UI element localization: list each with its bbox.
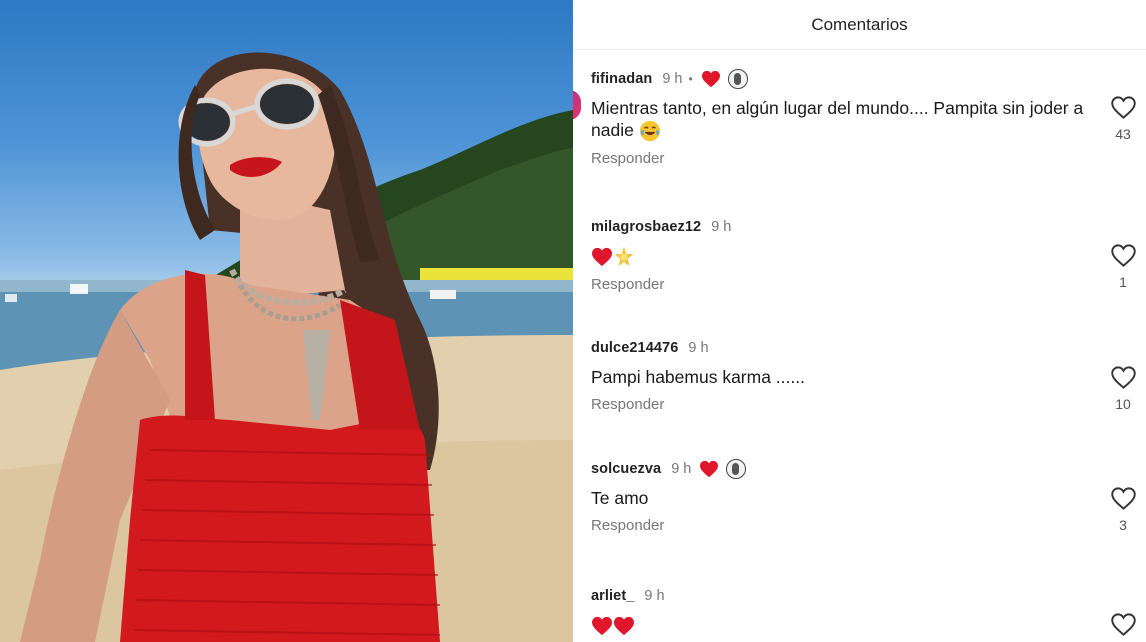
red-heart-icon [592, 248, 612, 267]
avatar[interactable] [573, 90, 581, 120]
comment-time: 9 h [671, 461, 692, 477]
reply-button[interactable]: Responder [591, 276, 1146, 293]
comment-username[interactable]: solcuezva [591, 461, 661, 477]
like-count: 43 [1115, 126, 1131, 142]
comment-text: Pampi habemus karma ...... [591, 367, 805, 387]
photo-illustration [0, 52, 573, 642]
comment-time: 9 h [688, 340, 709, 356]
like-control: 10 [1108, 365, 1138, 412]
glowing-star-icon [614, 247, 634, 267]
comment-text: Mientras tanto, en algún lugar del mundo… [591, 97, 1101, 142]
reply-button[interactable]: Responder [591, 396, 1146, 413]
reply-button[interactable]: Responder [591, 517, 1146, 534]
post-photo [0, 0, 573, 642]
like-control: 1 [1108, 243, 1138, 290]
heart-outline-icon[interactable] [1110, 365, 1137, 390]
comment-text [591, 614, 1101, 636]
comments-panel: Comentarios fifinadan 9 h • Mientras tan… [573, 0, 1146, 642]
comment-username[interactable]: fifinadan [591, 71, 652, 87]
comment-text-content: Mientras tanto, en algún lugar del mundo… [591, 98, 1084, 140]
list-item: fifinadan 9 h • Mientras tanto, en algún… [591, 69, 1146, 167]
like-count: 1 [1119, 274, 1127, 290]
comment-username[interactable]: milagrosbaez12 [591, 219, 701, 235]
red-heart-icon [614, 617, 634, 636]
avatar-icon [726, 459, 747, 479]
heart-filled-icon [700, 460, 719, 478]
avatar-icon [727, 69, 748, 89]
list-item: dulce214476 9 h Pampi habemus karma ....… [591, 339, 1146, 413]
comment-time: 9 h [644, 588, 665, 604]
like-control: 43 [1108, 95, 1138, 142]
comments-title: Comentarios [811, 14, 908, 34]
like-count: 3 [1119, 517, 1127, 533]
like-count: 10 [1115, 396, 1131, 412]
face-with-tears-of-joy-icon [639, 121, 660, 142]
comment-time: 9 h [662, 71, 683, 87]
list-item: arliet_ 9 h [591, 587, 1146, 636]
comments-header: Comentarios [573, 0, 1146, 50]
heart-outline-icon[interactable] [1110, 95, 1137, 120]
heart-outline-icon[interactable] [1110, 243, 1137, 268]
list-item: solcuezva 9 h Te amo Responder [591, 459, 1146, 534]
like-control: 3 [1108, 486, 1138, 533]
comment-text [591, 245, 1101, 268]
heart-outline-icon[interactable] [1110, 612, 1137, 637]
comment-text: Te amo [591, 488, 649, 508]
heart-filled-icon [701, 70, 720, 88]
comment-username[interactable]: dulce214476 [591, 340, 678, 356]
like-control [1108, 612, 1138, 637]
reply-button[interactable]: Responder [591, 150, 1146, 167]
list-item: milagrosbaez12 9 h Responder [591, 218, 1146, 293]
comment-time: 9 h [711, 219, 732, 235]
separator-dot: • [688, 72, 693, 86]
heart-outline-icon[interactable] [1110, 486, 1137, 511]
red-heart-icon [592, 617, 612, 636]
comment-username[interactable]: arliet_ [591, 588, 634, 604]
